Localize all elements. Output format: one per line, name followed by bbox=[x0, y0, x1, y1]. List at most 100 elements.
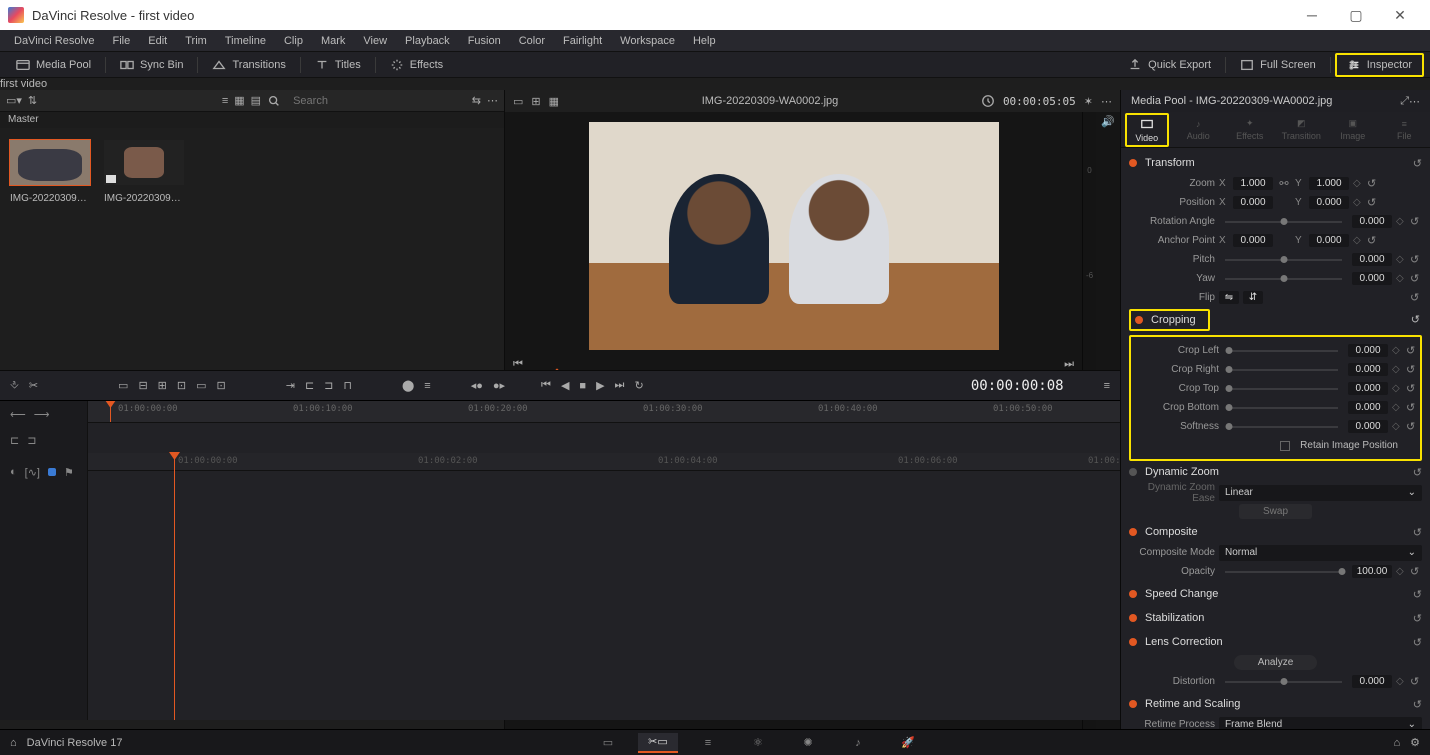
viewer-menu-icon[interactable]: ⋯ bbox=[1101, 95, 1112, 108]
insert-icon[interactable]: ⇥ bbox=[286, 379, 295, 392]
list-view-icon[interactable]: ≡ bbox=[222, 95, 228, 107]
timeline-playhead[interactable] bbox=[174, 453, 175, 720]
next-marker-icon[interactable]: ●▸ bbox=[493, 379, 505, 392]
rotation-slider[interactable] bbox=[1225, 221, 1342, 223]
minimize-button[interactable]: ─ bbox=[1290, 0, 1334, 30]
menu-clip[interactable]: Clip bbox=[276, 32, 311, 50]
section-retime[interactable]: Retime and Scaling↺ bbox=[1129, 693, 1422, 715]
pitch-input[interactable]: 0.000 bbox=[1352, 253, 1392, 266]
pitch-slider[interactable] bbox=[1225, 259, 1342, 261]
fit-icon[interactable]: ⊓ bbox=[343, 379, 352, 392]
distortion-slider[interactable] bbox=[1225, 681, 1342, 683]
menu-playback[interactable]: Playback bbox=[397, 32, 458, 50]
viewer-canvas[interactable] bbox=[589, 122, 999, 350]
thumb-view-icon[interactable]: ▦ bbox=[234, 94, 244, 107]
list-icon[interactable]: ≡ bbox=[424, 380, 430, 392]
menu-timeline[interactable]: Timeline bbox=[217, 32, 274, 50]
page-cut[interactable]: ✂▭ bbox=[638, 733, 678, 753]
pos-y-input[interactable]: 0.000 bbox=[1309, 196, 1349, 209]
timecode-display[interactable]: 00:00:00:08 bbox=[971, 378, 1064, 394]
split-icon[interactable]: ⎀ bbox=[10, 379, 19, 392]
upper-playhead[interactable] bbox=[110, 401, 111, 422]
flip-h-button[interactable]: ⇋ bbox=[1219, 291, 1239, 304]
keyframe-icon[interactable]: ◇ bbox=[1353, 178, 1363, 189]
tab-video[interactable]: Video bbox=[1125, 113, 1169, 147]
tool-icon[interactable]: ⊞ bbox=[158, 379, 167, 392]
crop-left-slider[interactable]: .crop-box .slider::after{left:0%!importa… bbox=[1229, 350, 1338, 352]
titles-toggle[interactable]: Titles bbox=[305, 55, 371, 75]
crop-bottom-input[interactable]: 0.000 bbox=[1348, 401, 1388, 414]
zoom-x-input[interactable]: 1.000 bbox=[1233, 177, 1273, 190]
reset-icon[interactable]: ↺ bbox=[1411, 313, 1420, 333]
zoom-y-input[interactable]: 1.000 bbox=[1309, 177, 1349, 190]
menu-file[interactable]: File bbox=[105, 32, 139, 50]
media-clip[interactable]: IMG-20220309-W... bbox=[10, 140, 90, 204]
home-icon[interactable]: ⌂ bbox=[10, 737, 17, 749]
composite-mode-select[interactable]: Normal⌄ bbox=[1219, 545, 1422, 561]
section-speed[interactable]: Speed Change↺ bbox=[1129, 583, 1422, 605]
tool-icon[interactable]: ⊟ bbox=[138, 379, 147, 392]
expand-icon[interactable]: ⤢ bbox=[1400, 95, 1409, 108]
page-fusion[interactable]: ⚛ bbox=[738, 733, 778, 753]
section-lens[interactable]: Lens Correction↺ bbox=[1129, 631, 1422, 653]
menu-trim[interactable]: Trim bbox=[177, 32, 215, 50]
project-settings-icon[interactable]: ⚙ bbox=[1410, 736, 1420, 749]
distortion-input[interactable]: 0.000 bbox=[1352, 675, 1392, 688]
opacity-input[interactable]: 100.00 bbox=[1352, 565, 1392, 578]
sort-button[interactable]: ⇅ bbox=[28, 94, 37, 107]
reset-icon[interactable]: ↺ bbox=[1413, 157, 1422, 170]
search-input[interactable] bbox=[287, 95, 466, 107]
record-icon[interactable]: ⬤ bbox=[402, 379, 414, 392]
scissors-icon[interactable]: ✂ bbox=[29, 379, 38, 392]
mark-in-icon[interactable]: ⏮ bbox=[513, 358, 523, 371]
softness-input[interactable]: 0.000 bbox=[1348, 420, 1388, 433]
tool-icon[interactable]: ▭ bbox=[118, 379, 128, 392]
play-icon[interactable]: ▶ bbox=[596, 379, 604, 392]
link-icon[interactable]: ⚯ bbox=[1277, 177, 1291, 190]
inspector-menu-icon[interactable]: ⋯ bbox=[1409, 95, 1420, 108]
tab-transition[interactable]: ◩Transition bbox=[1279, 118, 1323, 141]
filter-icon[interactable]: ⇆ bbox=[472, 94, 481, 107]
anchor-x-input[interactable]: 0.000 bbox=[1233, 234, 1273, 247]
swap-button[interactable]: Swap bbox=[1239, 504, 1312, 519]
pos-x-input[interactable]: 0.000 bbox=[1233, 196, 1273, 209]
reset-icon[interactable]: ↺ bbox=[1367, 177, 1379, 190]
crop-top-input[interactable]: 0.000 bbox=[1348, 382, 1388, 395]
timeline-options-icon[interactable]: ≡ bbox=[1104, 380, 1110, 392]
tool-icon[interactable]: ⊡ bbox=[217, 379, 226, 392]
tl-tool-icon[interactable]: ⊐ bbox=[27, 434, 36, 447]
color-tag-icon[interactable] bbox=[48, 468, 56, 476]
media-pool-toggle[interactable]: Media Pool bbox=[6, 55, 101, 75]
bypass-icon[interactable]: ✶ bbox=[1084, 95, 1093, 108]
play-reverse-icon[interactable]: ◀ bbox=[561, 379, 569, 392]
crop-bottom-slider[interactable] bbox=[1229, 407, 1338, 409]
page-edit[interactable]: ≡ bbox=[688, 733, 728, 753]
tab-effects[interactable]: ✦Effects bbox=[1228, 118, 1272, 141]
marker-tool-icon[interactable]: ◐ bbox=[10, 466, 17, 478]
rotation-input[interactable]: 0.000 bbox=[1352, 215, 1392, 228]
crop-top-slider[interactable] bbox=[1229, 388, 1338, 390]
menu-davinci[interactable]: DaVinci Resolve bbox=[6, 32, 103, 50]
ease-select[interactable]: Linear⌄ bbox=[1219, 485, 1422, 501]
page-media[interactable]: ▭ bbox=[588, 733, 628, 753]
page-color[interactable]: ✺ bbox=[788, 733, 828, 753]
tool-icon[interactable]: ▭ bbox=[196, 379, 206, 392]
flag-icon[interactable]: ⚑ bbox=[64, 466, 74, 479]
first-frame-icon[interactable]: ⏮ bbox=[541, 379, 551, 392]
close-button[interactable]: ✕ bbox=[1378, 0, 1422, 30]
viewer-safe-icon[interactable]: ▦ bbox=[549, 95, 559, 108]
section-transform[interactable]: Transform↺ bbox=[1129, 152, 1422, 174]
menu-edit[interactable]: Edit bbox=[140, 32, 175, 50]
menu-fusion[interactable]: Fusion bbox=[460, 32, 509, 50]
mark-out-icon[interactable]: ⏭ bbox=[1064, 358, 1074, 371]
quick-export-button[interactable]: Quick Export bbox=[1118, 55, 1221, 75]
media-clip[interactable]: IMG-20220309-W... bbox=[104, 140, 184, 204]
options-icon[interactable]: ⋯ bbox=[487, 94, 498, 107]
tab-audio[interactable]: ♪Audio bbox=[1176, 119, 1220, 141]
transitions-toggle[interactable]: Transitions bbox=[202, 55, 295, 75]
overwrite-icon[interactable]: ⊏ bbox=[305, 379, 314, 392]
menu-color[interactable]: Color bbox=[511, 32, 553, 50]
page-deliver[interactable]: 🚀 bbox=[888, 733, 928, 753]
menu-mark[interactable]: Mark bbox=[313, 32, 353, 50]
yaw-slider[interactable] bbox=[1225, 278, 1342, 280]
